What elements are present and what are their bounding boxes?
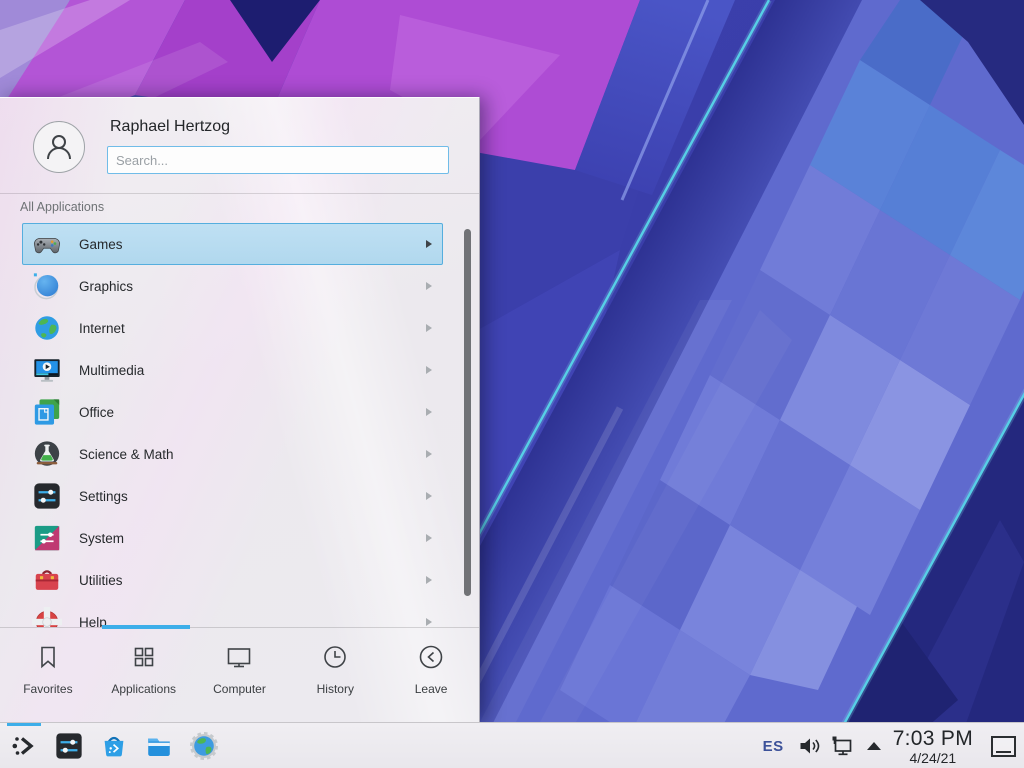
submenu-arrow-icon xyxy=(426,366,432,374)
science-flask-icon xyxy=(31,438,63,470)
monitor-icon xyxy=(225,643,253,671)
menu-item-system[interactable]: System xyxy=(22,517,443,559)
discover-bag-icon xyxy=(99,731,129,761)
launcher-tabbar: Favorites Applications C xyxy=(0,628,479,723)
system-tweaks-icon xyxy=(31,522,63,554)
menu-item-settings[interactable]: Settings xyxy=(22,475,443,517)
menu-item-graphics[interactable]: Graphics xyxy=(22,265,443,307)
kickoff-launcher-button[interactable] xyxy=(9,731,39,761)
tab-label: Computer xyxy=(213,682,266,696)
menu-item-label: Graphics xyxy=(79,279,426,294)
clock-time: 7:03 PM xyxy=(893,728,973,749)
list-scrollbar[interactable] xyxy=(464,229,471,596)
multimedia-monitor-icon xyxy=(31,354,63,386)
kickoff-menu-icon xyxy=(10,732,38,760)
submenu-arrow-icon xyxy=(426,240,432,248)
menu-item-label: Games xyxy=(79,237,426,252)
menu-item-label: Science & Math xyxy=(79,447,426,462)
browser-button[interactable] xyxy=(189,731,219,761)
leave-circle-icon xyxy=(417,643,445,671)
user-avatar-icon xyxy=(42,130,76,164)
settings-sliders-icon xyxy=(31,480,63,512)
tab-label: History xyxy=(317,682,354,696)
digital-clock[interactable]: 7:03 PM 4/24/21 xyxy=(893,728,973,765)
submenu-arrow-icon xyxy=(426,576,432,584)
submenu-arrow-icon xyxy=(426,450,432,458)
dolphin-button[interactable] xyxy=(144,731,174,761)
network-icon[interactable] xyxy=(831,735,857,758)
tab-label: Applications xyxy=(111,682,176,696)
gamepad-icon xyxy=(31,228,63,260)
tab-favorites[interactable]: Favorites xyxy=(0,628,96,723)
globe-icon xyxy=(31,312,63,344)
utilities-toolbox-icon xyxy=(31,564,63,596)
desktop: Raphael Hertzog All Applications Games xyxy=(0,0,1024,768)
menu-item-label: Multimedia xyxy=(79,363,426,378)
taskbar-launchers xyxy=(9,723,219,768)
menu-item-games[interactable]: Games xyxy=(22,223,443,265)
tab-computer[interactable]: Computer xyxy=(192,628,288,723)
application-launcher-panel: Raphael Hertzog All Applications Games xyxy=(0,97,480,722)
keyboard-layout-indicator[interactable]: ES xyxy=(763,738,784,755)
tab-applications[interactable]: Applications xyxy=(96,628,192,723)
header-separator xyxy=(0,193,479,194)
user-avatar[interactable] xyxy=(33,121,85,173)
submenu-arrow-icon xyxy=(426,534,432,542)
tab-label: Leave xyxy=(415,682,448,696)
menu-item-office[interactable]: Office xyxy=(22,391,443,433)
menu-item-label: Settings xyxy=(79,489,426,504)
volume-icon[interactable] xyxy=(797,734,821,758)
tab-leave[interactable]: Leave xyxy=(383,628,479,723)
expand-tray-arrow-icon[interactable] xyxy=(867,742,881,750)
submenu-arrow-icon xyxy=(426,282,432,290)
discover-button[interactable] xyxy=(99,731,129,761)
submenu-arrow-icon xyxy=(426,324,432,332)
show-desktop-icon[interactable] xyxy=(991,736,1016,757)
submenu-arrow-icon xyxy=(426,618,432,626)
search-input[interactable] xyxy=(107,146,449,174)
menu-item-label: Utilities xyxy=(79,573,426,588)
tab-history[interactable]: History xyxy=(287,628,383,723)
clock-date: 4/24/21 xyxy=(909,751,956,765)
menu-item-help[interactable]: Help xyxy=(22,601,443,627)
app-grid-icon xyxy=(130,643,158,671)
active-task-indicator xyxy=(7,723,41,726)
tab-label: Favorites xyxy=(23,682,72,696)
system-settings-icon xyxy=(54,731,84,761)
menu-item-label: System xyxy=(79,531,426,546)
system-settings-button[interactable] xyxy=(54,731,84,761)
dolphin-folder-icon xyxy=(144,731,174,761)
section-label: All Applications xyxy=(20,200,104,214)
system-tray: ES 7:03 PM 4/24/21 xyxy=(763,723,1016,768)
globe-gear-icon xyxy=(189,731,219,761)
submenu-arrow-icon xyxy=(426,492,432,500)
menu-item-internet[interactable]: Internet xyxy=(22,307,443,349)
category-list: Games Graphics xyxy=(0,223,479,627)
submenu-arrow-icon xyxy=(426,408,432,416)
graphics-sphere-icon xyxy=(31,270,63,302)
help-lifebuoy-icon xyxy=(31,606,63,627)
menu-item-utilities[interactable]: Utilities xyxy=(22,559,443,601)
menu-item-science-math[interactable]: Science & Math xyxy=(22,433,443,475)
clock-icon xyxy=(321,643,349,671)
menu-item-multimedia[interactable]: Multimedia xyxy=(22,349,443,391)
taskbar: ES 7:03 PM 4/24/21 xyxy=(0,722,1024,768)
user-name: Raphael Hertzog xyxy=(110,118,230,136)
menu-item-label: Internet xyxy=(79,321,426,336)
bookmark-icon xyxy=(34,643,62,671)
office-document-icon xyxy=(31,396,63,428)
menu-item-label: Office xyxy=(79,405,426,420)
